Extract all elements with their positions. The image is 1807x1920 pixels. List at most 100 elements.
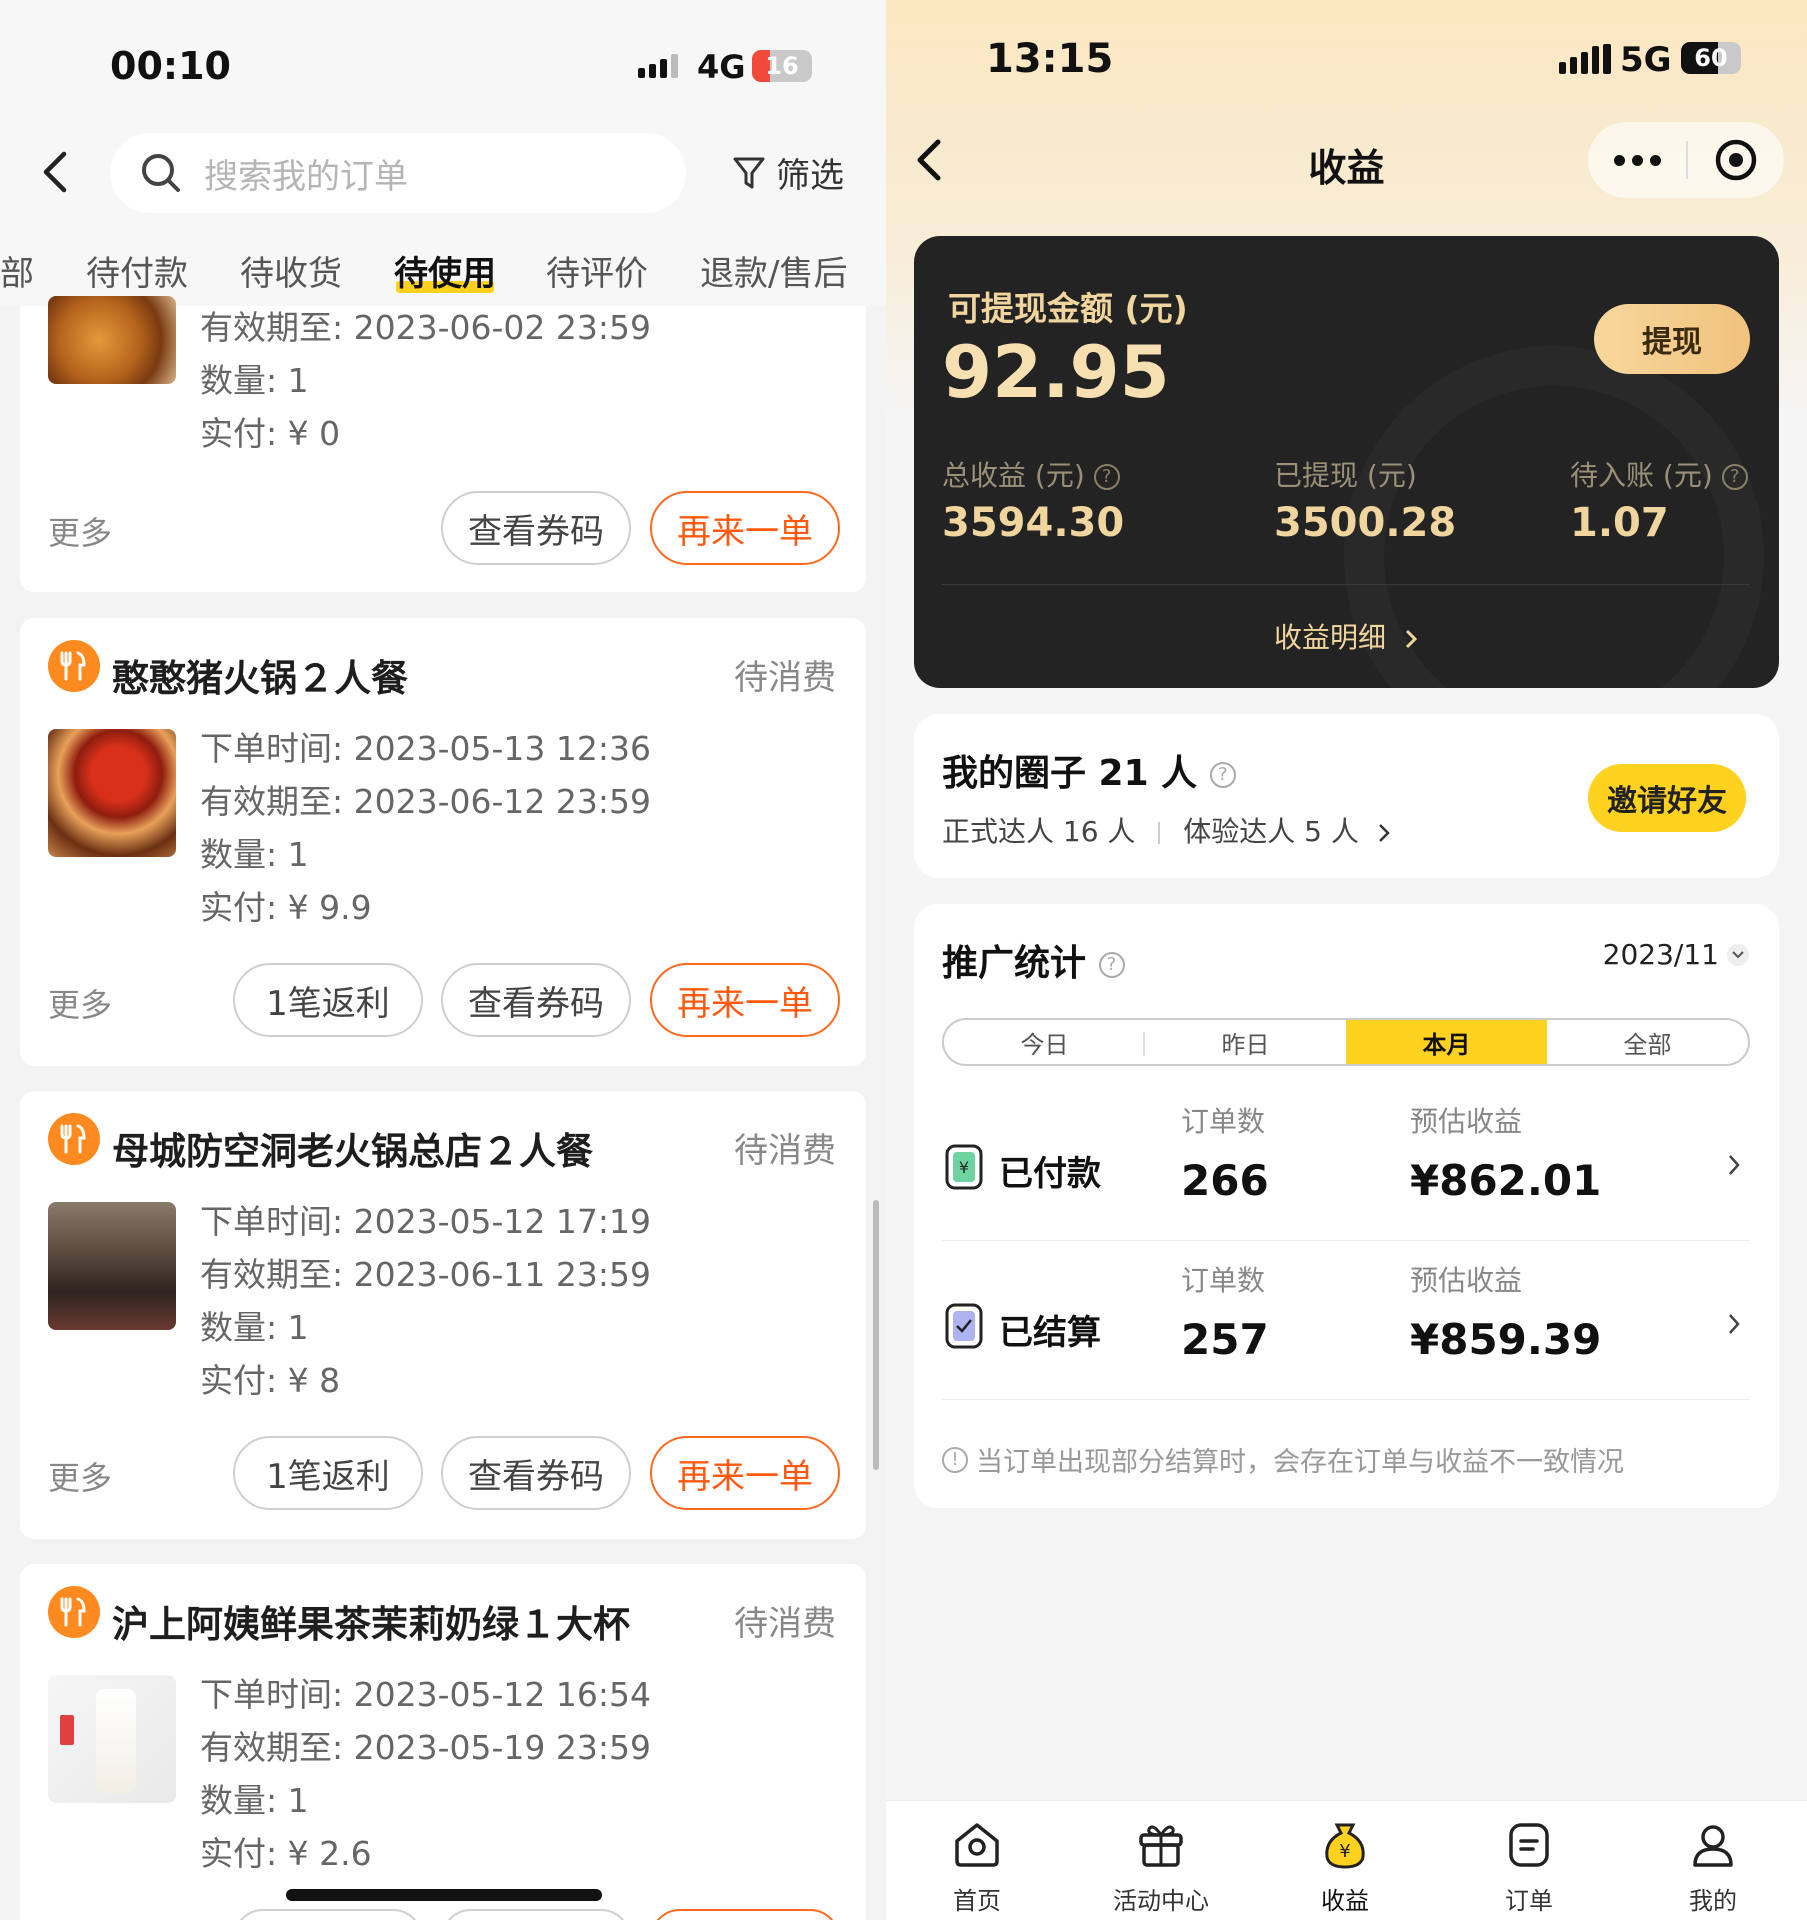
notice: ! 当订单出现部分结算时，会存在订单与收益不一致情况 [942,1440,1624,1479]
tab-refund[interactable]: 退款/售后 [700,246,847,295]
income-label: 预估收益 [1410,1264,1523,1297]
partial-button[interactable] [233,1909,423,1920]
segment-all[interactable]: 全部 [1547,1020,1748,1064]
notice-text: 当订单出现部分结算时，会存在订单与收益不一致情况 [976,1447,1624,1478]
battery-level: 60 [1694,44,1728,72]
filter-label: 筛选 [776,156,844,196]
segment-today[interactable]: 今日 [944,1020,1145,1064]
tab-profile[interactable]: 我的 [1638,1819,1788,1916]
view-coupon-button[interactable]: 查看券码 [441,963,631,1037]
tab-all[interactable]: 部 [0,246,34,295]
reorder-button[interactable]: 再来一单 [650,963,840,1037]
quantity-text: 数量: 1 [200,835,309,874]
expiry-text: 有效期至: 2023-06-12 23:59 [200,782,651,821]
stat-value-total: 3594.30 [942,500,1125,546]
order-title[interactable]: 母城防空洞老火锅总店２人餐 [112,1121,593,1175]
tab-pending-review[interactable]: 待评价 [546,246,648,295]
chevron-right-icon [1729,1155,1740,1175]
settled-icon [944,1299,984,1355]
help-icon[interactable]: ? [1721,464,1748,490]
help-icon[interactable]: ? [1093,464,1120,490]
income-detail-link[interactable]: 收益明细 [914,616,1779,656]
order-title[interactable]: 憨憨猪火锅２人餐 [112,648,408,702]
more-link[interactable]: 更多 [48,508,112,554]
back-icon[interactable] [40,150,70,198]
balance-card: 可提现金额 (元) 92.95 提现 总收益 (元) ? 3594.30 已提现… [914,236,1779,688]
home-icon [955,1823,999,1867]
restaurant-icon [48,640,100,692]
quantity-text: 数量: 1 [200,1781,309,1820]
scrollbar[interactable] [873,1200,879,1470]
battery-level: 16 [765,52,799,80]
divider [942,1399,1750,1400]
more-link[interactable]: 更多 [48,1453,112,1499]
tab-pending-use[interactable]: 待使用 [394,246,496,295]
mini-program-capsule [1588,122,1784,198]
balance-amount: 92.95 [942,330,1170,414]
segment-yesterday[interactable]: 昨日 [1145,1020,1346,1064]
status-time: 00:10 [110,44,231,88]
reorder-button[interactable]: 再来一单 [650,491,840,565]
paid-text: 实付: ¥ 9.9 [200,888,372,927]
money-bag-icon: ¥ [1325,1823,1365,1869]
tab-home[interactable]: 首页 [902,1819,1052,1916]
reorder-button[interactable]: 再来一单 [650,1436,840,1510]
search-icon [142,154,180,192]
rebate-button[interactable]: 1笔返利 [233,963,423,1037]
stat-label-withdrawn: 已提现 (元) [1274,459,1417,492]
orders-count: 257 [1181,1315,1269,1364]
partial-button[interactable] [650,1909,840,1920]
stat-label-pending: 待入账 (元) ? [1570,454,1748,494]
quantity-text: 数量: 1 [200,361,309,400]
tab-orders[interactable]: 订单 [1454,1819,1604,1916]
product-image [48,1202,176,1330]
battery-icon: 60 [1681,42,1741,74]
withdraw-button[interactable]: 提现 [1594,304,1750,374]
filter-icon [733,157,765,188]
orders-label: 订单数 [1181,1264,1266,1297]
close-target-icon[interactable] [1688,138,1784,182]
order-title[interactable]: 沪上阿姨鲜果茶茉莉奶绿１大杯 [112,1594,630,1648]
expiry-text: 有效期至: 2023-06-02 23:59 [200,308,651,347]
help-icon[interactable]: ? [1098,952,1125,978]
date-picker[interactable]: 2023/11 [1603,938,1749,971]
promotion-title: 推广统计 ? [942,934,1125,986]
circle-breakdown[interactable]: 正式达人 16 人 体验达人 5 人 [942,810,1392,850]
order-meta: 有效期至: 2023-06-02 23:59 数量: 1 实付: ¥ 0 [200,301,651,460]
filter-button[interactable]: 筛选 [732,148,844,197]
trial-members: 体验达人 5 人 [1183,815,1359,848]
order-status: 待消费 [734,1131,836,1171]
tab-pending-payment[interactable]: 待付款 [86,246,188,295]
stat-value-pending: 1.07 [1570,500,1669,546]
search-input[interactable]: 搜索我的订单 [110,133,686,213]
order-meta: 下单时间: 2023-05-12 16:54 有效期至: 2023-05-19 … [200,1668,651,1880]
invite-friends-button[interactable]: 邀请好友 [1588,764,1746,832]
info-icon: ! [942,1446,968,1473]
status-time: 13:15 [986,36,1114,82]
order-card: 有效期至: 2023-06-02 23:59 数量: 1 实付: ¥ 0 更多 … [20,296,866,592]
settled-stats-row[interactable]: 已结算 订单数 257 预估收益 ¥859.39 [914,1247,1779,1405]
order-status: 待消费 [734,1604,836,1644]
rebate-button[interactable]: 1笔返利 [233,1436,423,1510]
paid-text: 实付: ¥ 2.6 [200,1834,372,1873]
tab-earnings[interactable]: ¥ 收益 [1270,1819,1420,1916]
more-icon[interactable] [1588,154,1686,166]
divider [942,1240,1750,1241]
paid-stats-row[interactable]: ¥ 已付款 订单数 266 预估收益 ¥862.01 [914,1088,1779,1246]
order-meta: 下单时间: 2023-05-13 12:36 有效期至: 2023-06-12 … [200,722,651,934]
chevron-right-icon [1378,824,1390,842]
partial-button[interactable] [441,1909,631,1920]
help-icon[interactable]: ? [1209,762,1236,788]
stat-label-total: 总收益 (元) ? [942,454,1120,494]
view-coupon-button[interactable]: 查看券码 [441,1436,631,1510]
view-coupon-button[interactable]: 查看券码 [441,491,631,565]
order-time-text: 下单时间: 2023-05-12 16:54 [200,1675,651,1714]
tab-pending-receipt[interactable]: 待收货 [240,246,342,295]
tab-activity-center[interactable]: 活动中心 [1086,1819,1236,1916]
paid-icon: ¥ [944,1140,984,1196]
circle-card: 我的圈子 21 人 ? 正式达人 16 人 体验达人 5 人 邀请好友 [914,714,1779,878]
earnings-screen: 13:15 5G 60 收益 可提现金额 (元) 92.95 提现 总收益 (元… [886,0,1807,1920]
more-link[interactable]: 更多 [48,980,112,1026]
order-time-text: 下单时间: 2023-05-13 12:36 [200,729,651,768]
segment-this-month[interactable]: 本月 [1346,1020,1547,1064]
